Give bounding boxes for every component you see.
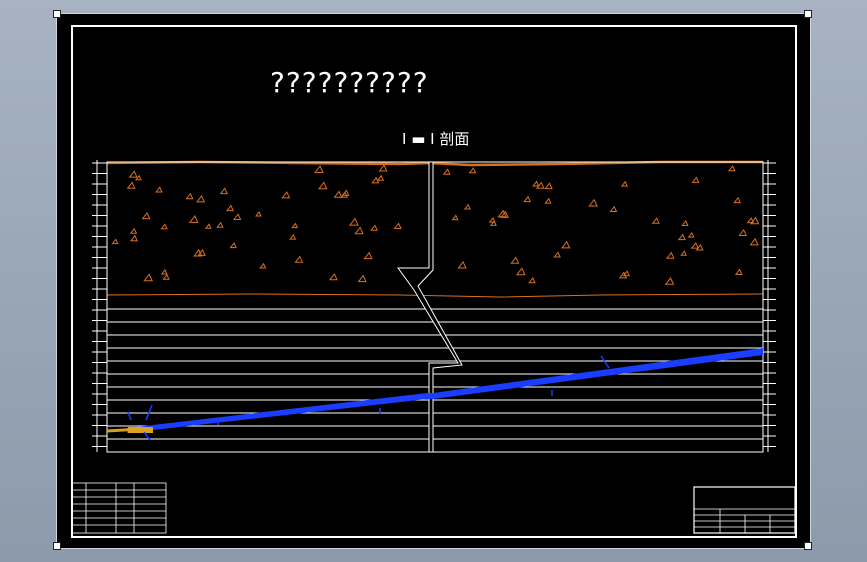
soil-symbol [229,242,237,249]
soil-symbol [185,192,194,200]
borehole-marker [128,427,153,433]
soil-symbol [528,276,536,284]
soil-symbol [515,267,526,276]
soil-symbol [126,181,136,189]
soil-symbol [348,217,359,226]
soil-symbol [216,221,224,228]
soil-symbol [354,226,364,235]
soil-symbol [333,190,343,198]
soil-symbol [226,204,235,212]
soil-symbol [143,273,153,282]
soil-symbol [340,191,348,198]
soil-symbol [468,167,477,174]
soil-symbol [204,223,212,229]
soil-symbol [393,222,402,229]
soil-symbol [677,233,686,241]
soil-symbol [451,214,459,221]
soil-symbol [160,223,168,230]
soil-symbol [457,260,467,269]
soil-symbol [363,251,373,260]
soil-symbol [463,203,471,210]
soil-symbol [532,180,540,187]
soil-symbol [687,232,695,238]
soil-symbol [553,251,561,258]
soil-symbol [442,168,451,175]
soil-symbol [111,238,119,245]
soil-symbol [690,241,699,249]
soil-symbol [188,215,199,223]
soil-symbol [544,182,553,190]
seam-marks [127,355,610,441]
soil-symbol [317,181,328,190]
soil-symbol [560,240,571,249]
soil-symbol [681,220,689,226]
soil-symbol [357,274,367,283]
soil-symbol [620,180,629,187]
soil-symbol [680,250,687,256]
soil-symbol [733,196,742,204]
soil-symbol [294,255,304,263]
legend-table [71,482,167,534]
soil-symbol [651,217,660,224]
soil-symbol [376,174,385,181]
soil-symbol [523,195,532,203]
soil-symbol [314,165,324,173]
soil-symbol [665,251,675,259]
soil-symbol [370,224,378,231]
soil-pattern [111,164,760,285]
soil-symbol [129,227,138,234]
soil-symbol [664,277,675,285]
soil-symbol [162,273,170,280]
section-profile-drawing [71,160,796,534]
soil-symbol [128,170,138,178]
soil-symbol [734,268,743,275]
soil-symbol [378,164,388,172]
soil-symbol [588,198,598,207]
soil-symbol [510,256,520,264]
soil-symbol [691,176,700,183]
soil-symbol [160,268,168,275]
soil-symbol [129,234,138,242]
depth-scales [92,160,776,452]
soil-symbol [727,165,736,172]
soil-symbol [195,195,206,203]
soil-symbol [259,262,267,269]
soil-symbol [232,213,242,220]
soil-symbol [609,205,618,212]
soil-symbol [155,186,163,193]
soil-symbol [749,237,759,246]
soil-symbol [291,222,299,229]
soil-symbol [281,191,291,199]
soil-symbol [544,197,552,204]
soil-symbol [219,187,228,195]
soil-symbol [328,273,338,281]
soil-symbol [254,211,262,217]
soil-symbol [141,211,151,220]
soil-symbol [738,228,748,236]
title-block [693,486,796,534]
soil-base-line [106,293,764,298]
fault-gap [397,161,463,453]
profile-box [106,161,764,453]
soil-symbol [289,233,297,240]
